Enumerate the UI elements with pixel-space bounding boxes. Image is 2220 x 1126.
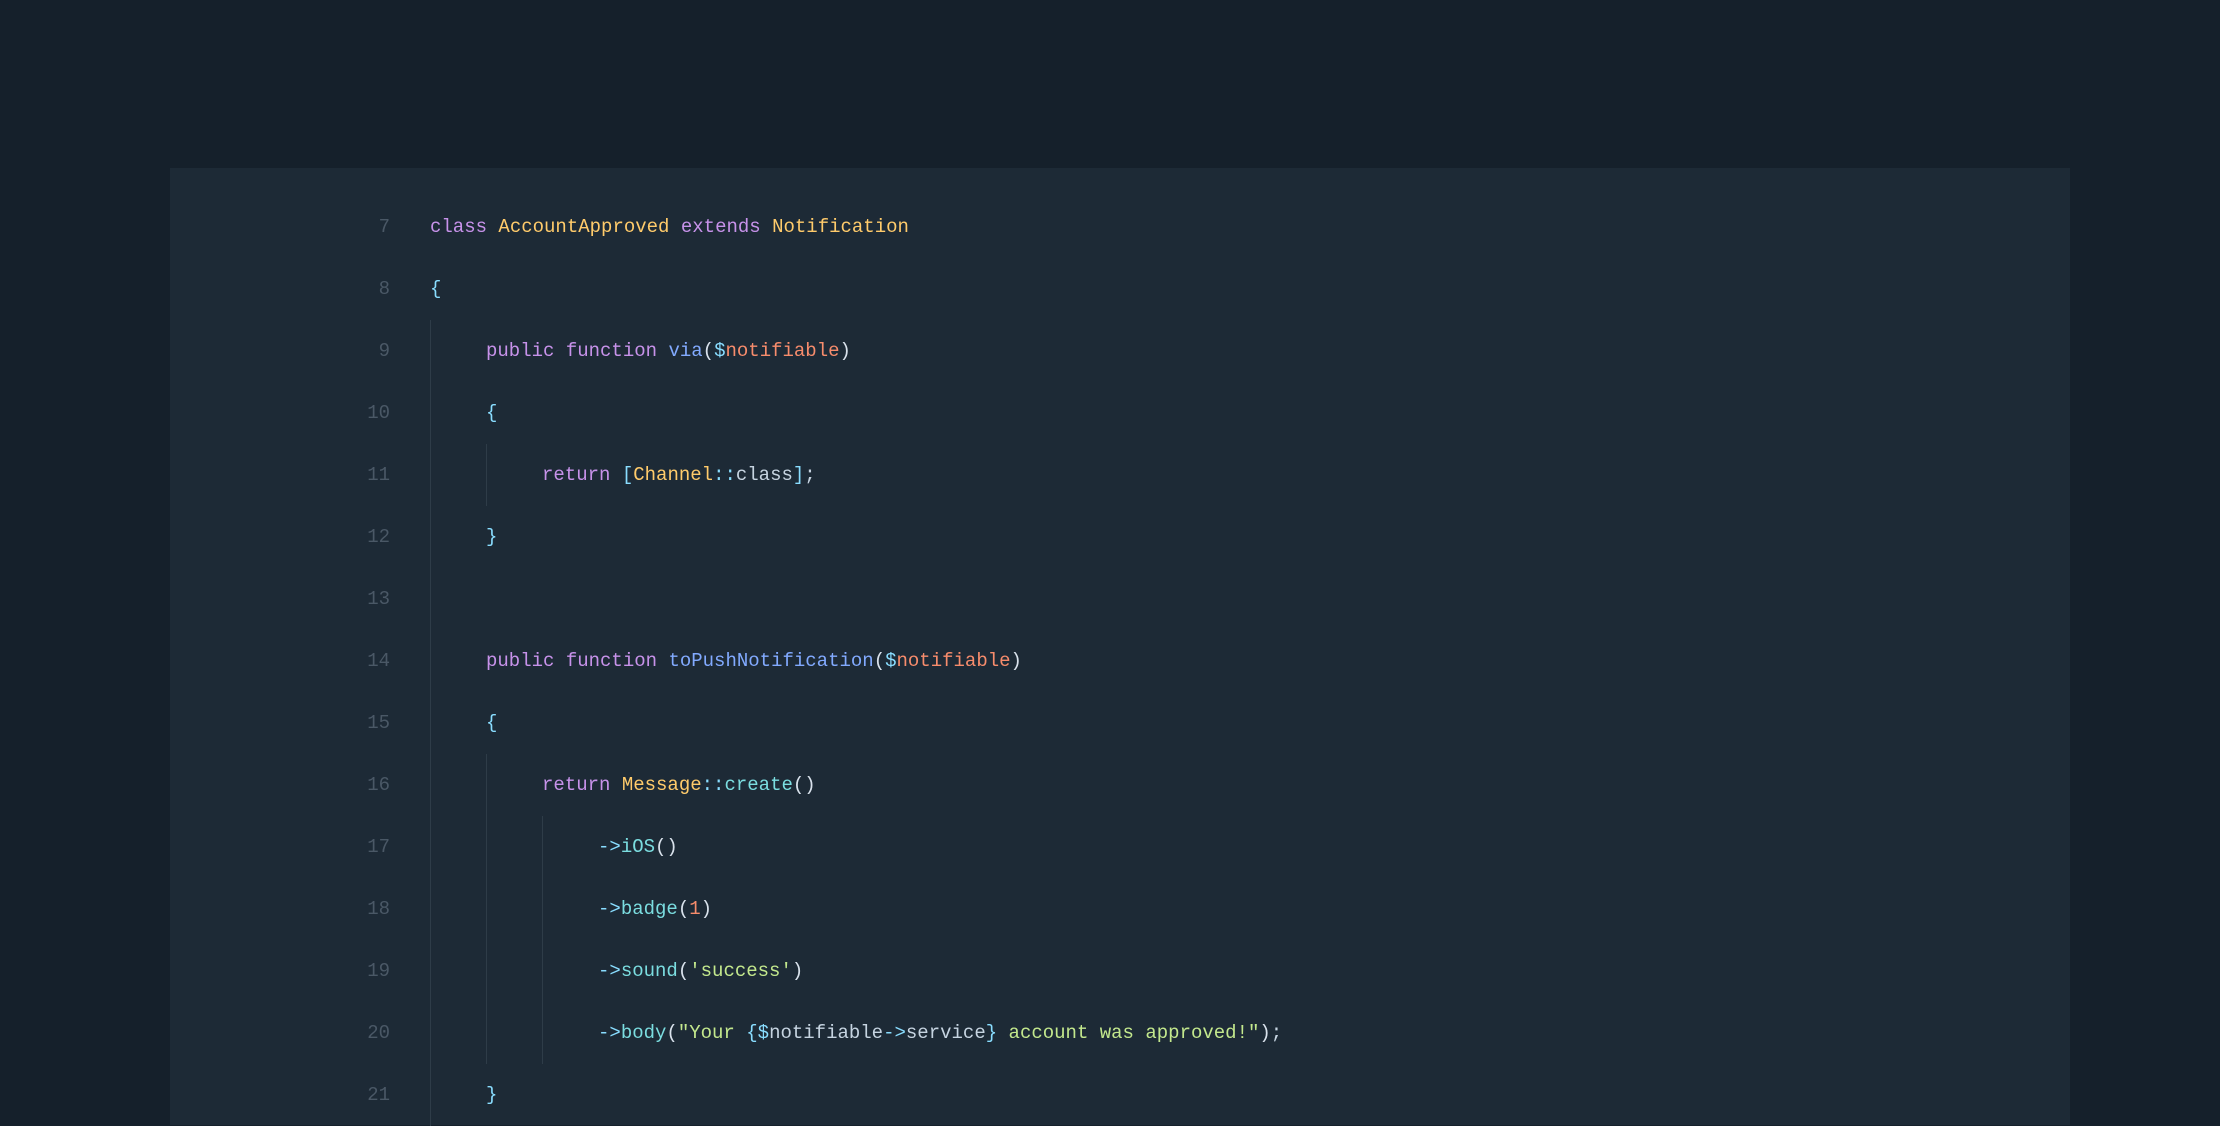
code-line[interactable]: 11 return [Channel::class]; — [170, 444, 2070, 506]
code-line[interactable]: 14 public function toPushNotification($no… — [170, 630, 2070, 692]
code-line[interactable]: 12} — [170, 506, 2070, 568]
code-content[interactable]: { — [430, 258, 441, 320]
code-line[interactable]: 16 return Message::create() — [170, 754, 2070, 816]
code-content[interactable]: return [Channel::class]; — [542, 444, 816, 506]
code-line[interactable]: 19 ->sound('success') — [170, 940, 2070, 1002]
code-line[interactable]: 15 { — [170, 692, 2070, 754]
code-content[interactable]: { — [486, 692, 497, 754]
indent-guides — [430, 940, 598, 1002]
code-line[interactable]: 17 ->iOS() — [170, 816, 2070, 878]
code-line[interactable]: 8{ — [170, 258, 2070, 320]
line-number: 17 — [170, 816, 430, 878]
line-number: 8 — [170, 258, 430, 320]
line-number: 11 — [170, 444, 430, 506]
code-editor[interactable]: 7class AccountApproved extends Notificat… — [170, 168, 2070, 1125]
code-line[interactable]: 20 ->body("Your {$notifiable->service} ac… — [170, 1002, 2070, 1064]
code-content[interactable]: public function via($notifiable) — [486, 320, 851, 382]
line-number: 18 — [170, 878, 430, 940]
code-content[interactable]: ->badge(1) — [598, 878, 712, 940]
indent-guides — [430, 568, 486, 630]
code-content[interactable]: ->iOS() — [598, 816, 678, 878]
indent-guides — [430, 1064, 486, 1126]
code-body[interactable]: 7class AccountApproved extends Notificat… — [170, 196, 2070, 1126]
line-number: 10 — [170, 382, 430, 444]
indent-guides — [430, 878, 598, 940]
code-line[interactable]: 9 public function via($notifiable) — [170, 320, 2070, 382]
line-number: 9 — [170, 320, 430, 382]
code-content[interactable]: } — [486, 506, 497, 568]
code-line[interactable]: 13 — [170, 568, 2070, 630]
line-number: 20 — [170, 1002, 430, 1064]
code-line[interactable]: 21} — [170, 1064, 2070, 1126]
line-number: 12 — [170, 506, 430, 568]
code-line[interactable]: 18 ->badge(1) — [170, 878, 2070, 940]
indent-guides — [430, 630, 486, 692]
line-number: 21 — [170, 1064, 430, 1126]
line-number: 16 — [170, 754, 430, 816]
line-number: 7 — [170, 196, 430, 258]
line-number: 14 — [170, 630, 430, 692]
indent-guides — [430, 320, 486, 382]
code-line[interactable]: 7class AccountApproved extends Notificat… — [170, 196, 2070, 258]
line-number: 15 — [170, 692, 430, 754]
indent-guides — [430, 382, 486, 444]
code-content[interactable]: class AccountApproved extends Notificati… — [430, 196, 909, 258]
code-line[interactable]: 10 { — [170, 382, 2070, 444]
indent-guides — [430, 816, 598, 878]
code-content[interactable]: return Message::create() — [542, 754, 816, 816]
code-content[interactable]: } — [486, 1064, 497, 1126]
line-number: 13 — [170, 568, 430, 630]
indent-guides — [430, 444, 542, 506]
code-content[interactable]: ->sound('success') — [598, 940, 803, 1002]
code-content[interactable]: public function toPushNotification($noti… — [486, 630, 1022, 692]
indent-guides — [430, 692, 486, 754]
indent-guides — [430, 754, 542, 816]
code-content[interactable]: ->body("Your {$notifiable->service} acco… — [598, 1002, 1282, 1064]
line-number: 19 — [170, 940, 430, 1002]
code-content[interactable]: { — [486, 382, 497, 444]
indent-guides — [430, 1002, 598, 1064]
indent-guides — [430, 506, 486, 568]
